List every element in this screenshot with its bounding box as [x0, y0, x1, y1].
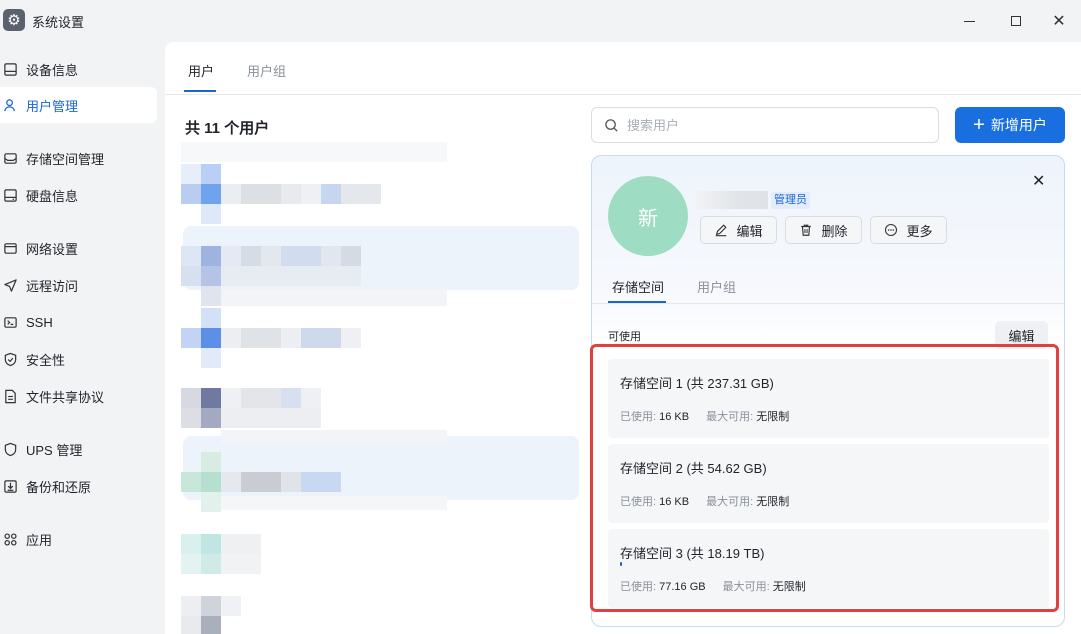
storage-title: 存储空间 3 (共 18.19 TB) [620, 546, 765, 561]
settings-gear-icon: ⚙ [3, 9, 25, 31]
edit-label: 编辑 [736, 223, 763, 239]
search-box[interactable] [591, 107, 939, 143]
avatar: 新 [608, 176, 688, 256]
more-icon [885, 223, 898, 237]
send-icon [3, 278, 18, 293]
sidebar-item-label: 用户管理 [26, 98, 79, 114]
window-title: 系统设置 [32, 15, 85, 30]
tab-detail-user-groups[interactable]: 用户组 [697, 277, 736, 296]
user-icon [3, 98, 18, 113]
sidebar-item-label: SSH [26, 314, 53, 330]
max-value: 无限制 [772, 581, 806, 593]
used-label: 已使用: [620, 496, 657, 508]
tab-user-groups[interactable]: 用户组 [247, 61, 286, 80]
sidebar-item-security[interactable]: 安全性 [0, 341, 157, 377]
user-detail-panel: 新 管理员 ✕ 编辑 删除 更多 存储空间 用户组 可使用 编辑 存储空间 1 … [591, 155, 1065, 627]
user-name-redacted [696, 191, 768, 209]
sidebar-item-label: 硬盘信息 [26, 188, 79, 204]
tab-users[interactable]: 用户 [188, 61, 214, 80]
tab-storage[interactable]: 存储空间 [612, 277, 664, 296]
sidebar-item-backup[interactable]: 备份和还原 [0, 468, 157, 504]
usage-progress-bar [620, 562, 622, 566]
storage-item: 存储空间 1 (共 237.31 GB) 已使用: 16 KB 最大可用: 无限制 [608, 359, 1049, 438]
used-label: 已使用: [620, 581, 657, 593]
sidebar-item-apps[interactable]: 应用 [0, 521, 157, 557]
storage-usage: 已使用: 16 KB 最大可用: 无限制 [620, 408, 789, 424]
sidebar-item-label: 远程访问 [26, 278, 79, 294]
apps-icon [3, 532, 18, 547]
max-value: 无限制 [756, 411, 790, 423]
active-tab-indicator [184, 90, 216, 92]
sidebar-item-label: 网络设置 [26, 241, 79, 257]
sidebar-item-label: 文件共享协议 [26, 389, 105, 405]
sidebar-item-label: 安全性 [26, 352, 66, 368]
more-label: 更多 [906, 223, 933, 239]
sidebar-item-label: UPS 管理 [26, 442, 83, 458]
add-user-label: 新增用户 [990, 117, 1047, 133]
search-icon [605, 118, 618, 132]
terminal-icon [3, 315, 18, 330]
divider [592, 303, 1064, 304]
role-badge: 管理员 [771, 192, 810, 209]
plus-icon: + [973, 114, 985, 136]
add-user-button[interactable]: + 新增用户 [955, 107, 1065, 143]
delete-user-button[interactable]: 删除 [785, 216, 862, 244]
device-icon [3, 62, 18, 77]
sidebar-item-disk-info[interactable]: 硬盘信息 [0, 177, 157, 213]
storage-title: 存储空间 2 (共 54.62 GB) [620, 461, 767, 476]
backup-icon [3, 479, 18, 494]
used-label: 已使用: [620, 411, 657, 423]
sidebar-item-label: 备份和还原 [26, 479, 92, 495]
sidebar: 设备信息 用户管理 存储空间管理 硬盘信息 网络设置 远程访问 SSH 安全性 … [0, 42, 165, 634]
disk-icon [3, 188, 18, 203]
edit-user-button[interactable]: 编辑 [700, 216, 777, 244]
user-list [181, 142, 581, 634]
used-value: 16 KB [659, 411, 690, 423]
sidebar-item-network[interactable]: 网络设置 [0, 230, 157, 266]
network-icon [3, 241, 18, 256]
minimize-button[interactable] [956, 9, 982, 33]
close-window-button[interactable]: ✕ [1046, 9, 1072, 33]
sidebar-item-ssh[interactable]: SSH [0, 304, 157, 340]
pencil-icon [716, 224, 728, 237]
sidebar-item-ups[interactable]: UPS 管理 [0, 431, 157, 467]
sidebar-item-storage[interactable]: 存储空间管理 [0, 140, 157, 176]
search-input[interactable] [627, 117, 917, 133]
user-count: 共 11 个用户 [185, 120, 270, 137]
sidebar-item-user-management[interactable]: 用户管理 [0, 87, 157, 123]
storage-item: 存储空间 3 (共 18.19 TB) 已使用: 77.16 GB 最大可用: 无… [608, 529, 1049, 608]
sidebar-item-label: 应用 [26, 532, 53, 548]
used-value: 16 KB [659, 496, 690, 508]
shield-check-icon [3, 352, 18, 367]
max-value: 无限制 [756, 496, 790, 508]
storage-usage: 已使用: 16 KB 最大可用: 无限制 [620, 493, 789, 509]
storage-title: 存储空间 1 (共 237.31 GB) [620, 376, 774, 391]
tab-bar: 用户 用户组 [165, 42, 1081, 95]
max-label: 最大可用: [706, 496, 754, 508]
storage-item: 存储空间 2 (共 54.62 GB) 已使用: 16 KB 最大可用: 无限制 [608, 444, 1049, 523]
sidebar-item-remote-access[interactable]: 远程访问 [0, 267, 157, 303]
trash-icon [801, 224, 812, 236]
sidebar-item-device-info[interactable]: 设备信息 [0, 51, 157, 87]
more-button[interactable]: 更多 [870, 216, 947, 244]
sidebar-item-file-sharing[interactable]: 文件共享协议 [0, 378, 157, 414]
storage-usage: 已使用: 77.16 GB 最大可用: 无限制 [620, 578, 806, 594]
maximize-button[interactable] [1003, 9, 1029, 33]
available-label: 可使用 [608, 331, 641, 343]
sidebar-item-label: 设备信息 [26, 62, 79, 78]
shield-icon [3, 442, 18, 457]
main-panel: 用户 用户组 共 11 个用户 搜索用户 + 新增用户 新 管理员 ✕ 编辑 删… [165, 42, 1081, 634]
max-label: 最大可用: [706, 411, 754, 423]
edit-quota-button[interactable]: 编辑 [995, 321, 1048, 349]
title-bar: ⚙ 系统设置 ✕ [0, 0, 1081, 42]
sidebar-item-label: 存储空间管理 [26, 151, 105, 167]
close-icon[interactable]: ✕ [1032, 171, 1045, 191]
file-icon [3, 389, 18, 404]
delete-label: 删除 [821, 223, 848, 239]
used-value: 77.16 GB [659, 581, 706, 593]
storage-icon [3, 151, 18, 166]
max-label: 最大可用: [722, 581, 770, 593]
